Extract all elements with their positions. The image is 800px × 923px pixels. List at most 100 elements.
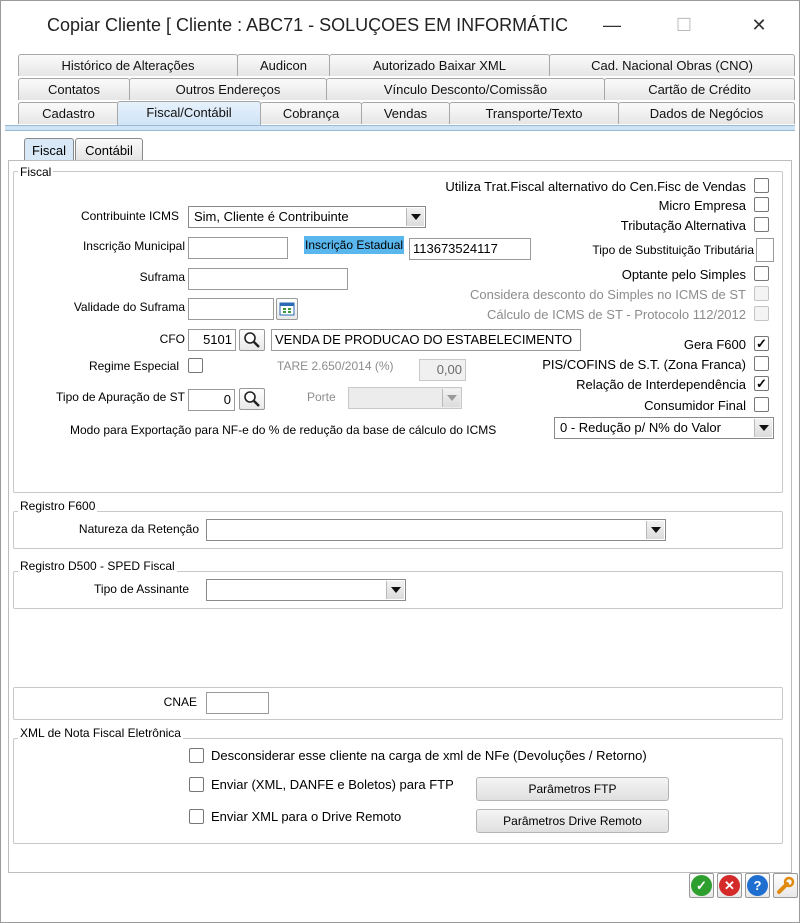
pis-cofins-checkbox[interactable] — [754, 356, 769, 371]
help-button[interactable]: ? — [745, 873, 770, 898]
considera-desconto-label: Considera desconto do Simples no ICMS de… — [469, 287, 746, 302]
tab-audicon[interactable]: Audicon — [237, 54, 330, 76]
tributacao-alternativa-checkbox[interactable] — [754, 217, 769, 232]
search-icon — [244, 332, 260, 348]
enviar-ftp-label: Enviar (XML, DANFE e Boletos) para FTP — [211, 777, 454, 792]
consumidor-final-checkbox[interactable] — [754, 397, 769, 412]
tab-autorizado-baixar-xml[interactable]: Autorizado Baixar XML — [329, 54, 550, 76]
registro-f600-title: Registro F600 — [18, 499, 98, 513]
chevron-down-icon — [406, 208, 424, 226]
close-button[interactable]: ✕ — [736, 9, 782, 41]
tab-cartao-credito[interactable]: Cartão de Crédito — [604, 78, 795, 100]
tab-historico-alteracoes[interactable]: Histórico de Alterações — [18, 54, 238, 76]
optante-simples-checkbox[interactable] — [754, 266, 769, 281]
calendar-icon[interactable] — [276, 298, 298, 320]
tipo-assinante-select[interactable] — [206, 579, 406, 601]
pis-cofins-label: PIS/COFINS de S.T. (Zona Franca) — [542, 357, 746, 372]
chevron-down-icon — [646, 521, 664, 539]
tipo-apuracao-search-button[interactable] — [239, 388, 265, 410]
cfo-label: CFO — [159, 332, 185, 346]
consumidor-final-label: Consumidor Final — [644, 398, 746, 413]
regime-especial-label: Regime Especial — [88, 359, 179, 373]
calculo-icms-st-checkbox[interactable] — [754, 306, 769, 321]
modo-exportacao-value: 0 - Redução p/ N% do Valor — [560, 420, 721, 435]
cnae-label: CNAE — [163, 695, 197, 709]
desconsiderar-xml-label: Desconsiderar esse cliente na carga de x… — [211, 748, 647, 763]
tab-contatos[interactable]: Contatos — [18, 78, 130, 100]
relacao-interdependencia-label: Relação de Interdependência — [576, 377, 746, 392]
enviar-drive-label: Enviar XML para o Drive Remoto — [211, 809, 402, 824]
regime-especial-checkbox[interactable] — [188, 358, 203, 373]
tools-button[interactable] — [773, 873, 798, 898]
gera-f600-checkbox[interactable]: ✓ — [754, 336, 769, 351]
natureza-retencao-select[interactable] — [206, 519, 666, 541]
calculo-icms-st-label: Cálculo de ICMS de ST - Protocolo 112/20… — [487, 307, 746, 322]
tipo-substituicao-field[interactable] — [756, 238, 774, 262]
tipo-apuracao-st-label: Tipo de Apuração de ST — [56, 390, 185, 404]
search-icon — [244, 391, 260, 407]
fiscal-group-title: Fiscal — [18, 165, 54, 179]
tab-cadastro[interactable]: Cadastro — [18, 102, 119, 124]
tab-fiscal-contabil[interactable]: Fiscal/Contábil — [117, 101, 261, 126]
considera-desconto-checkbox[interactable] — [754, 286, 769, 301]
registro-d500-title: Registro D500 - SPED Fiscal — [18, 559, 177, 573]
tab-vendas[interactable]: Vendas — [361, 102, 450, 124]
chevron-down-icon — [386, 581, 404, 599]
validade-suframa-field[interactable] — [188, 298, 274, 320]
ok-button[interactable]: ✓ — [689, 873, 714, 898]
micro-empresa-label: Micro Empresa — [658, 198, 746, 213]
tipo-apuracao-st-field[interactable]: 0 — [188, 389, 235, 411]
parametros-ftp-button[interactable]: Parâmetros FTP — [476, 777, 669, 801]
inscricao-estadual-field[interactable]: 113673524117 — [409, 238, 531, 260]
tab-strip — [5, 125, 795, 131]
tab-dados-negocios[interactable]: Dados de Negócios — [618, 102, 795, 124]
inscricao-municipal-field[interactable] — [188, 237, 288, 259]
cfo-code-field[interactable]: 5101 — [188, 329, 236, 351]
tipo-assinante-label: Tipo de Assinante — [94, 582, 189, 596]
porte-label: Porte — [307, 390, 336, 404]
suframa-field[interactable] — [188, 268, 348, 290]
micro-empresa-checkbox[interactable] — [754, 197, 769, 212]
utiliza-trat-fiscal-checkbox[interactable] — [754, 178, 769, 193]
optante-simples-label: Optante pelo Simples — [621, 267, 746, 282]
suframa-label: Suframa — [139, 270, 185, 284]
help-icon: ? — [747, 875, 768, 896]
modo-exportacao-select[interactable]: 0 - Redução p/ N% do Valor — [554, 417, 774, 439]
parametros-drive-button[interactable]: Parâmetros Drive Remoto — [476, 809, 669, 833]
cfo-search-button[interactable] — [239, 329, 265, 351]
modo-exportacao-label: Modo para Exportação para NF-e do % de r… — [70, 423, 497, 437]
enviar-drive-checkbox[interactable] — [189, 809, 204, 824]
title-bar: Copiar Cliente [ Cliente : ABC71 - SOLUÇ… — [1, 1, 799, 47]
tab-outros-enderecos[interactable]: Outros Endereços — [129, 78, 327, 100]
tributacao-alternativa-label: Tributação Alternativa — [620, 218, 746, 233]
inscricao-estadual-label: Inscrição Estadual — [304, 236, 405, 254]
tab-transporte-texto[interactable]: Transporte/Texto — [449, 102, 619, 124]
cancel-button[interactable]: ✕ — [717, 873, 742, 898]
close-icon: ✕ — [719, 875, 740, 896]
window-title: Copiar Cliente [ Cliente : ABC71 - SOLUÇ… — [47, 15, 567, 35]
contribuinte-icms-label: Contribuinte ICMS — [80, 209, 179, 223]
contribuinte-icms-select[interactable]: Sim, Cliente é Contribuinte — [188, 206, 426, 228]
porte-select[interactable] — [348, 387, 462, 409]
cnae-field[interactable] — [206, 692, 269, 714]
tare-field[interactable]: 0,00 — [419, 359, 466, 381]
desconsiderar-xml-checkbox[interactable] — [189, 748, 204, 763]
chevron-down-icon — [754, 419, 772, 437]
inscricao-municipal-label: Inscrição Municipal — [82, 239, 185, 253]
wrench-icon — [777, 876, 795, 894]
tab-cobranca[interactable]: Cobrança — [260, 102, 362, 124]
cfo-description-field[interactable]: VENDA DE PRODUCAO DO ESTABELECIMENTO — [271, 329, 581, 351]
tab-cad-nacional-obras[interactable]: Cad. Nacional Obras (CNO) — [549, 54, 795, 76]
relacao-interdependencia-checkbox[interactable]: ✓ — [754, 376, 769, 391]
subtab-fiscal[interactable]: Fiscal — [24, 138, 74, 161]
utiliza-trat-fiscal-label: Utiliza Trat.Fiscal alternativo do Cen.F… — [445, 179, 746, 194]
enviar-ftp-checkbox[interactable] — [189, 777, 204, 792]
window: Copiar Cliente [ Cliente : ABC71 - SOLUÇ… — [0, 0, 800, 923]
subtab-contabil[interactable]: Contábil — [75, 138, 143, 161]
tipo-substituicao-label: Tipo de Substituição Tributária — [592, 243, 754, 257]
tab-vinculo-desconto-comissao[interactable]: Vínculo Desconto/Comissão — [326, 78, 605, 100]
minimize-button[interactable]: — — [589, 9, 635, 41]
check-icon: ✓ — [691, 875, 712, 896]
maximize-button[interactable]: ☐ — [661, 9, 707, 41]
contribuinte-icms-value: Sim, Cliente é Contribuinte — [194, 209, 349, 224]
